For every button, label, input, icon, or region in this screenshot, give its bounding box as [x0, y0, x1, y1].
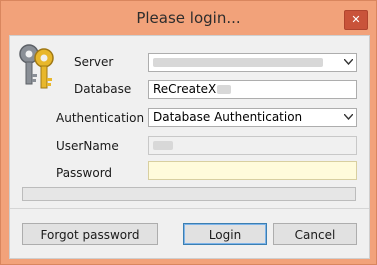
login-button[interactable]: Login [183, 223, 267, 245]
username-value-redacted [153, 141, 173, 150]
keys-icon [19, 44, 54, 89]
authentication-value: Database Authentication [153, 110, 303, 124]
server-value-redacted [153, 58, 323, 67]
forgot-password-button[interactable]: Forgot password [22, 223, 158, 245]
progress-bar [22, 187, 356, 201]
title-bar[interactable]: Please login... ✕ [1, 1, 376, 35]
divider [10, 208, 369, 209]
password-label: Password [56, 166, 113, 180]
window-title: Please login... [136, 9, 241, 27]
cancel-button[interactable]: Cancel [273, 223, 357, 245]
username-label: UserName [56, 139, 119, 153]
dialog-body: Server Database ReCreateX Authentication… [9, 35, 370, 259]
authentication-combobox[interactable]: Database Authentication [148, 108, 357, 127]
database-value: ReCreateX [153, 82, 217, 96]
username-field[interactable] [148, 136, 357, 155]
server-label: Server [74, 55, 114, 69]
authentication-label: Authentication [56, 111, 145, 125]
server-combobox[interactable] [148, 53, 357, 72]
database-value-redacted [217, 85, 232, 94]
close-button[interactable]: ✕ [344, 10, 368, 30]
database-field[interactable]: ReCreateX [148, 80, 357, 99]
password-field[interactable] [148, 161, 357, 180]
chevron-down-icon[interactable] [344, 59, 353, 65]
chevron-down-icon[interactable] [344, 114, 353, 120]
login-dialog: Please login... ✕ Server Database ReCrea… [0, 0, 377, 265]
database-label: Database [74, 82, 132, 96]
